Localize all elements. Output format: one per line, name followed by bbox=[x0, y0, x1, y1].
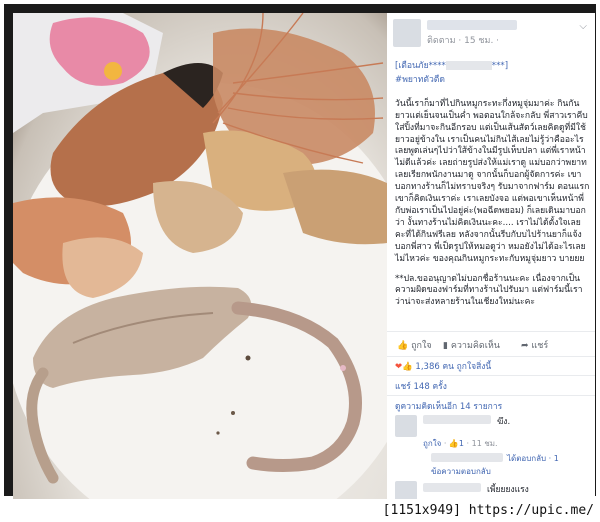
view-more-comments-link[interactable]: ดูความคิดเห็นอีก 14 รายการ bbox=[395, 399, 502, 413]
post-body: [เตือนภัย**** ***] #พยาทตัวตืด วันนี้เราก… bbox=[395, 61, 591, 309]
shares-count[interactable]: แชร์ 148 ครั้ง bbox=[395, 379, 447, 393]
reactions-text: 1,386 คน ถูกใจสิ่งนี้ bbox=[415, 362, 492, 372]
divider bbox=[387, 395, 595, 396]
comment-text: เพี้ยยยงแรง bbox=[487, 485, 529, 495]
comment-text: ฆึง. bbox=[497, 417, 511, 427]
commenter-name-redacted bbox=[423, 415, 491, 424]
comment-button[interactable]: ▮ ความคิดเห็น bbox=[443, 338, 500, 352]
reaction-icons: ❤👍 bbox=[395, 362, 413, 372]
post-hashtag[interactable]: #พยาทตัวตืด bbox=[395, 75, 591, 87]
author-avatar[interactable] bbox=[393, 19, 421, 47]
comment-label: ความคิดเห็น bbox=[450, 341, 500, 351]
facebook-post-panel: ติดตาม · 15 ชม. · ⌵ [เตือนภัย**** ***] #พ… bbox=[387, 13, 595, 499]
share-button[interactable]: ➦ แชร์ bbox=[521, 338, 548, 352]
commenter-avatar[interactable] bbox=[395, 415, 417, 437]
reactions-count[interactable]: ❤👍 1,386 คน ถูกใจสิ่งนี้ bbox=[395, 359, 491, 373]
comment-like-icon: 👍 bbox=[448, 439, 459, 448]
like-label: ถูกใจ bbox=[411, 341, 432, 351]
post-photo[interactable] bbox=[13, 13, 387, 499]
like-button[interactable]: 👍 ถูกใจ bbox=[397, 338, 432, 352]
commenter-avatar[interactable] bbox=[395, 481, 417, 499]
headline-redacted bbox=[445, 61, 492, 70]
reply-link[interactable]: ข้อความตอบกลับ bbox=[431, 465, 491, 478]
post-paragraph: วันนี้เราก็มาที่ไปกินหมูกระทะกึ่งหมูจุ่ม… bbox=[395, 98, 590, 264]
author-name-redacted bbox=[427, 20, 517, 30]
comment-like-link[interactable]: ถูกใจ bbox=[423, 439, 441, 448]
commenter-name-redacted bbox=[423, 483, 481, 492]
post-meta: ติดตาม · 15 ชม. · bbox=[427, 36, 500, 46]
replier-name-redacted bbox=[431, 453, 503, 462]
reply-summary[interactable]: ได้ตอบกลับ · 1 bbox=[507, 452, 559, 465]
photo-illustration bbox=[13, 13, 387, 499]
comment-time: 11 ชม. bbox=[471, 439, 498, 448]
comment-meta: ถูกใจ · 👍1 · 11 ชม. bbox=[423, 439, 498, 448]
post-action-bar: 👍 ถูกใจ ▮ ความคิดเห็น ➦ แชร์ bbox=[387, 331, 595, 357]
headline-close: ***] bbox=[491, 61, 509, 71]
post-headline: [เตือนภัย**** ***] bbox=[395, 61, 591, 73]
chevron-down-icon[interactable]: ⌵ bbox=[579, 21, 587, 32]
screenshot-frame: ติดตาม · 15 ชม. · ⌵ [เตือนภัย**** ***] #พ… bbox=[4, 4, 596, 499]
share-label: แชร์ bbox=[531, 341, 549, 351]
headline-open: [เตือนภัย**** bbox=[395, 61, 446, 71]
post-header: ติดตาม · 15 ชม. · ⌵ bbox=[387, 13, 595, 53]
divider bbox=[387, 375, 595, 376]
post-note: **ปล.ขออนุญาตไม่บอกชื่อร้านนะคะ เนื่องจา… bbox=[395, 273, 583, 308]
watermark: [1151x949] https://upic.me/ bbox=[382, 503, 594, 518]
comment-like-count[interactable]: 1 bbox=[459, 439, 464, 448]
